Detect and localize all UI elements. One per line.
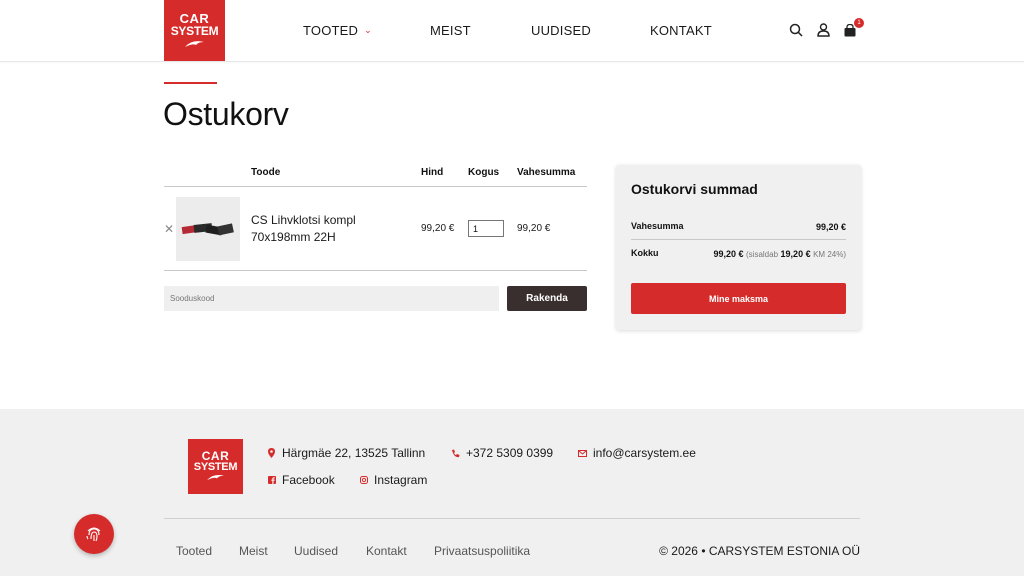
search-icon[interactable] (788, 22, 804, 38)
product-thumbnail[interactable] (176, 197, 240, 261)
dolphin-icon (206, 474, 224, 481)
nav-uudised[interactable]: UUDISED (531, 23, 591, 38)
nav-kontakt-label: KONTAKT (650, 23, 712, 38)
col-header-subtotal: Vahesumma (517, 167, 576, 178)
dolphin-icon (184, 40, 204, 47)
footer-logo[interactable]: CAR SYSTEM (188, 439, 243, 494)
copyright-text: © 2026 • CARSYSTEM ESTONIA OÜ (659, 544, 860, 558)
table-header-divider (164, 186, 587, 187)
table-bottom-divider (164, 270, 587, 271)
totals-subtotal-value: 99,20 € (816, 222, 846, 232)
tax-prefix: (sisaldab (746, 250, 779, 259)
logo-line1: CAR (179, 10, 210, 26)
checkout-button[interactable]: Mine maksma (631, 283, 846, 314)
sanding-blocks-image (181, 223, 234, 236)
cart-icon[interactable]: 1 (842, 18, 864, 38)
totals-title: Ostukorvi summad (631, 181, 758, 197)
user-icon[interactable] (815, 22, 831, 38)
nav-uudised-label: UUDISED (531, 23, 591, 38)
title-accent-line (164, 82, 217, 84)
cart-count-badge: 1 (854, 18, 864, 28)
phone-text: +372 5309 0399 (466, 446, 554, 460)
footer-divider (164, 518, 860, 519)
phone-icon (451, 449, 460, 458)
instagram-text: Instagram (374, 473, 428, 487)
item-subtotal: 99,20 € (517, 223, 551, 234)
footer-link-meist[interactable]: Meist (239, 544, 268, 558)
totals-divider (631, 239, 846, 240)
cart-totals-panel: Ostukorvi summad Vahesumma 99,20 € Kokku… (616, 165, 861, 330)
tax-amount: 19,20 € (780, 249, 811, 259)
apply-coupon-button[interactable]: Rakenda (507, 286, 587, 311)
footer-link-privacy[interactable]: Privaatsuspoliitika (434, 544, 530, 558)
facebook-icon (267, 476, 276, 484)
map-pin-icon (267, 448, 276, 458)
footer-address: Härgmäe 22, 13525 Tallinn (267, 446, 425, 460)
footer-instagram[interactable]: Instagram (359, 473, 427, 487)
nav-tooted-label: TOOTED (303, 23, 359, 38)
nav-meist-label: MEIST (430, 23, 471, 38)
totals-total-value: 99,20 € (sisaldab 19,20 € KM 24%) (713, 249, 846, 259)
nav-kontakt[interactable]: KONTAKT (650, 23, 712, 38)
total-amount: 99,20 € (713, 249, 744, 259)
footer-link-uudised[interactable]: Uudised (294, 544, 338, 558)
col-header-product: Toode (251, 167, 281, 178)
totals-total-label: Kokku (631, 248, 659, 258)
chevron-down-icon: ⌄ (364, 25, 372, 35)
footer-link-tooted[interactable]: Tooted (176, 544, 212, 558)
col-header-quantity: Kogus (468, 167, 500, 178)
address-text: Härgmäe 22, 13525 Tallinn (282, 446, 426, 460)
footer-link-kontakt[interactable]: Kontakt (366, 544, 407, 558)
instagram-icon (359, 476, 368, 484)
tax-suffix: KM 24%) (813, 250, 846, 259)
email-text: info@carsystem.ee (593, 446, 696, 460)
footer-email[interactable]: info@carsystem.ee (578, 446, 696, 460)
facebook-text: Facebook (282, 473, 335, 487)
product-name-link[interactable]: CS Lihvklotsi kompl 70x198mm 22H (251, 212, 391, 246)
subtotal-amount: 99,20 € (815, 222, 846, 232)
footer-logo-line2: SYSTEM (193, 461, 238, 473)
mail-icon (578, 449, 587, 457)
quantity-input[interactable] (468, 220, 504, 237)
page-title: Ostukorv (163, 96, 289, 132)
nav-tooted[interactable]: TOOTED ⌄ (303, 23, 372, 38)
footer-phone[interactable]: +372 5309 0399 (451, 446, 553, 460)
nav-meist[interactable]: MEIST (430, 23, 471, 38)
remove-item-icon[interactable]: ✕ (164, 222, 174, 236)
fingerprint-icon[interactable] (74, 514, 114, 554)
site-footer: CAR SYSTEM Härgmäe 22, 13525 Tallinn +37… (0, 409, 1024, 576)
site-header: CAR SYSTEM TOOTED ⌄ MEIST UUDISED KONTAK… (0, 0, 1024, 62)
logo-line2: SYSTEM (170, 23, 219, 38)
footer-facebook[interactable]: Facebook (267, 473, 335, 487)
item-price: 99,20 € (421, 223, 455, 234)
logo[interactable]: CAR SYSTEM (164, 0, 225, 61)
totals-subtotal-label: Vahesumma (631, 221, 684, 231)
coupon-input[interactable] (164, 286, 499, 311)
col-header-price: Hind (421, 167, 444, 178)
